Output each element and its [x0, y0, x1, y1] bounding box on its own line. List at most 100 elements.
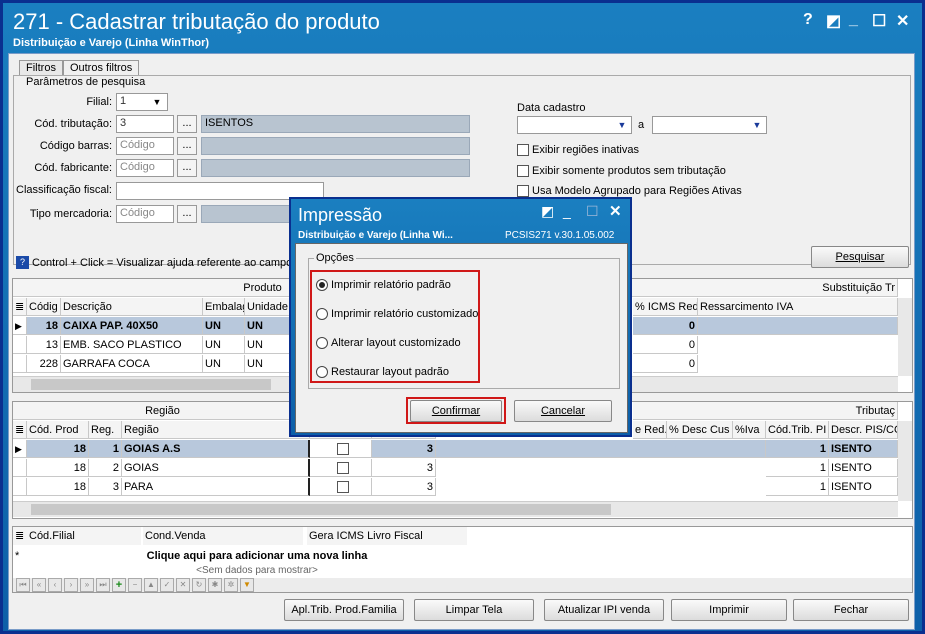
restore-icon[interactable]: ◩ [541, 203, 554, 220]
table-cell[interactable]: 18 [27, 459, 89, 477]
post-record-icon[interactable]: ✓ [160, 578, 174, 592]
edit-record-icon[interactable]: ▲ [144, 578, 158, 592]
column-chooser-icon[interactable]: ≣ [13, 421, 27, 439]
delete-record-icon[interactable]: − [128, 578, 142, 592]
option-label[interactable]: Imprimir relatório padrão [331, 279, 451, 291]
col-descr-pis[interactable]: Descr. PIS/CO [829, 421, 898, 439]
scrollbar-thumb[interactable] [31, 379, 271, 390]
table-cell[interactable]: 18 [27, 440, 89, 458]
filter-icon[interactable]: ▼ [240, 578, 254, 592]
col-cod-prod[interactable]: Cód. Prod [27, 421, 89, 439]
option-radio[interactable] [316, 279, 328, 291]
table-cell[interactable]: 0 [633, 336, 698, 354]
calendar-dropdown-icon[interactable]: ▼ [615, 117, 629, 133]
col-reg[interactable]: Reg. [89, 421, 122, 439]
last-record-icon[interactable]: ⏭ [96, 578, 110, 592]
next-record-icon[interactable]: › [64, 578, 78, 592]
col-cod-trib-pi[interactable]: Cód.Trib. PI [766, 421, 829, 439]
table-cell[interactable]: 3 [372, 459, 436, 477]
col-embalagem[interactable]: Embalag [203, 298, 245, 316]
table-cell[interactable]: 18 [27, 478, 89, 496]
table-cell[interactable]: EMB. SACO PLASTICO [61, 336, 203, 354]
table-cell[interactable]: GOIAS [122, 459, 310, 477]
col-iva[interactable]: %Iva [733, 421, 766, 439]
table-cell[interactable] [310, 478, 372, 496]
prev-page-icon[interactable]: « [32, 578, 46, 592]
table-cell[interactable]: GOIAS A.S [122, 440, 310, 458]
horizontal-scrollbar[interactable] [13, 501, 898, 517]
table-cell[interactable]: ISENTO [829, 440, 898, 458]
cancel-button[interactable]: Cancelar [514, 400, 612, 422]
tab-filtros[interactable]: Filtros [19, 60, 63, 75]
col-codigo[interactable]: Códig [27, 298, 61, 316]
table-cell[interactable]: 3 [372, 478, 436, 496]
table-cell[interactable]: 1 [766, 440, 829, 458]
tab-outros-filtros[interactable]: Outros filtros [62, 60, 140, 75]
pesquisar-button[interactable]: Pesquisar [811, 246, 909, 268]
table-cell[interactable]: UN [203, 355, 245, 373]
codigo-barras-input[interactable]: Código [116, 137, 174, 155]
help-icon[interactable]: ? [803, 11, 813, 29]
option-label[interactable]: Restaurar layout padrão [331, 366, 449, 378]
prev-record-icon[interactable]: ‹ [48, 578, 62, 592]
cod-trib-search-button[interactable]: ... [177, 115, 197, 133]
option-radio[interactable] [316, 366, 328, 378]
close-icon[interactable]: ✕ [896, 11, 909, 31]
tipo-mercadoria-search-button[interactable]: ... [177, 205, 197, 223]
table-cell[interactable]: 1 [766, 459, 829, 477]
add-new-row[interactable]: Clique aqui para adicionar uma nova linh… [27, 547, 487, 565]
vertical-scrollbar[interactable] [898, 421, 912, 501]
limpar-tela-button[interactable]: Limpar Tela [414, 599, 534, 621]
sem-tributacao-checkbox[interactable] [517, 165, 529, 177]
col-regiao[interactable]: Região [122, 421, 310, 439]
option-label[interactable]: Imprimir relatório customizado [331, 308, 478, 320]
table-cell[interactable]: 1 [89, 440, 122, 458]
cancel-record-icon[interactable]: ✕ [176, 578, 190, 592]
vertical-scrollbar[interactable] [898, 298, 912, 376]
col-descricao[interactable]: Descrição [61, 298, 203, 316]
add-record-icon[interactable]: + [112, 578, 126, 592]
col-desc-cus[interactable]: % Desc Cus [667, 421, 733, 439]
table-cell[interactable]: 0 [633, 317, 698, 335]
goto-bookmark-icon[interactable]: ✲ [224, 578, 238, 592]
first-record-icon[interactable]: ⏮ [16, 578, 30, 592]
table-cell[interactable]: 18 [27, 317, 61, 335]
column-chooser-icon[interactable]: ≣ [13, 298, 27, 316]
modelo-agrupado-checkbox[interactable] [517, 185, 529, 197]
next-page-icon[interactable]: » [80, 578, 94, 592]
option-label[interactable]: Alterar layout customizado [331, 337, 461, 349]
cod-fabricante-search-button[interactable]: ... [177, 159, 197, 177]
col-ressarcimento[interactable]: Ressarcimento IVA [698, 298, 898, 316]
maximize-icon[interactable]: ☐ [872, 11, 886, 31]
table-cell[interactable]: ISENTO [829, 478, 898, 496]
table-cell[interactable]: UN [203, 317, 245, 335]
table-cell[interactable] [310, 459, 372, 477]
option-radio[interactable] [316, 337, 328, 349]
col-cond-venda[interactable]: Cond.Venda [143, 527, 303, 545]
col-e-red[interactable]: e Red. [633, 421, 667, 439]
table-cell[interactable]: 2 [89, 459, 122, 477]
row-checkbox[interactable] [337, 462, 349, 474]
bookmark-icon[interactable]: ✱ [208, 578, 222, 592]
table-cell[interactable]: PARA [122, 478, 310, 496]
calendar-dropdown-icon[interactable]: ▼ [750, 117, 764, 133]
restore-icon[interactable]: ◩ [826, 11, 841, 31]
tipo-mercadoria-input[interactable]: Código [116, 205, 174, 223]
col-cod-filial[interactable]: Cód.Filial [27, 527, 141, 545]
table-cell[interactable]: 228 [27, 355, 61, 373]
row-checkbox[interactable] [337, 443, 349, 455]
cod-fabricante-input[interactable]: Código [116, 159, 174, 177]
atualizar-ipi-button[interactable]: Atualizar IPI venda [544, 599, 664, 621]
minimize-icon[interactable]: _ [563, 203, 571, 219]
table-cell[interactable]: 3 [372, 440, 436, 458]
col-gera-icms[interactable]: Gera ICMS Livro Fiscal [307, 527, 467, 545]
table-cell[interactable] [310, 440, 372, 458]
table-cell[interactable]: 3 [89, 478, 122, 496]
option-radio[interactable] [316, 308, 328, 320]
chevron-down-icon[interactable]: ▼ [150, 94, 164, 110]
table-cell[interactable]: CAIXA PAP. 40X50 [61, 317, 203, 335]
table-cell[interactable]: ISENTO [829, 459, 898, 477]
minimize-icon[interactable]: _ [849, 11, 858, 29]
confirm-button[interactable]: Confirmar [410, 400, 502, 422]
codigo-barras-search-button[interactable]: ... [177, 137, 197, 155]
